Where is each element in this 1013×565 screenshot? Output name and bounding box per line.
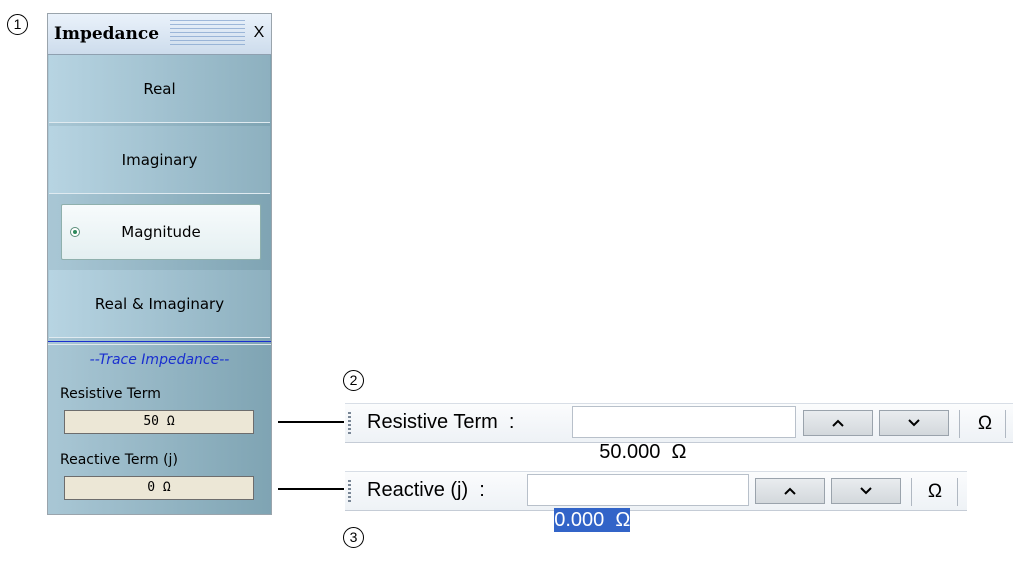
reactive-term-input[interactable]: 0.000 Ω xyxy=(527,474,749,532)
menu-item-label: Real & Imaginary xyxy=(94,294,225,313)
chevron-up-icon xyxy=(832,419,844,427)
resistive-term-toolbar-label: Resistive Term : xyxy=(367,411,515,433)
resistive-term-field[interactable]: 50 Ω xyxy=(64,410,254,434)
unit-ohm-button[interactable]: Ω xyxy=(971,410,999,438)
chevron-down-icon xyxy=(908,419,920,427)
menu-item-label: Magnitude xyxy=(121,223,201,241)
panel-title: Impedance xyxy=(54,24,160,44)
reactive-term-field[interactable]: 0 Ω xyxy=(64,476,254,500)
toolbar-separator xyxy=(1005,410,1006,438)
reactive-term-label: Reactive Term (j) xyxy=(60,452,178,468)
trace-impedance-header: --Trace Impedance-- xyxy=(89,352,230,368)
menu-item-magnitude[interactable]: Magnitude xyxy=(61,204,261,260)
resistive-term-label: Resistive Term xyxy=(60,386,161,402)
resistive-term-input-value: 50.000 Ω xyxy=(599,441,687,463)
toolbar-grip[interactable] xyxy=(348,480,351,504)
header-stripes xyxy=(170,20,245,48)
menu-item-label: Imaginary xyxy=(121,150,198,169)
decrement-button[interactable] xyxy=(831,478,901,504)
close-button[interactable]: X xyxy=(250,24,268,44)
chevron-up-icon xyxy=(784,487,796,495)
impedance-panel: Impedance X Real Imaginary Magnitude Rea… xyxy=(47,13,272,515)
toolbar-separator xyxy=(911,478,912,506)
toolbar-grip[interactable] xyxy=(348,412,351,436)
toolbar-separator xyxy=(957,478,958,506)
resistive-term-input[interactable]: 50.000 Ω xyxy=(572,406,796,463)
connector-line-reactive xyxy=(278,488,344,490)
menu-item-imaginary[interactable]: Imaginary xyxy=(49,126,270,194)
menu-item-real-imaginary[interactable]: Real & Imaginary xyxy=(49,270,270,338)
callout-3: 3 xyxy=(343,527,364,548)
reactive-term-toolbar-label: Reactive (j) : xyxy=(367,479,485,501)
callout-2: 2 xyxy=(343,370,364,391)
section-divider xyxy=(48,341,271,342)
chevron-down-icon xyxy=(860,487,872,495)
toolbar-separator xyxy=(959,410,960,438)
radio-selected-icon xyxy=(70,227,80,237)
resistive-term-toolbar: Resistive Term : 50.000 Ω Ω xyxy=(345,403,1013,463)
reactive-term-toolbar: Reactive (j) : 0.000 Ω Ω xyxy=(345,471,967,532)
increment-button[interactable] xyxy=(803,410,873,436)
menu-item-real[interactable]: Real xyxy=(49,55,270,123)
connector-line-resistive xyxy=(278,421,344,423)
section-divider xyxy=(48,344,271,345)
panel-header: Impedance X xyxy=(48,14,271,55)
reactive-term-input-value: 0.000 Ω xyxy=(554,508,631,532)
callout-1: 1 xyxy=(7,14,28,35)
decrement-button[interactable] xyxy=(879,410,949,436)
menu-item-label: Real xyxy=(143,79,176,98)
unit-ohm-button[interactable]: Ω xyxy=(921,478,949,506)
increment-button[interactable] xyxy=(755,478,825,504)
